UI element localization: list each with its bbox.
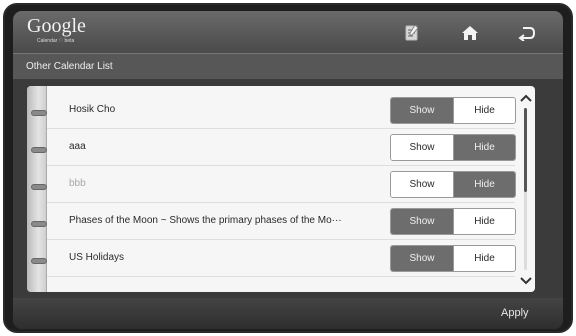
page-title: Other Calendar List <box>26 61 113 72</box>
calendar-row: Phases of the Moon ~ Shows the primary p… <box>47 203 516 240</box>
top-bar: Google Calendar ♡ beta <box>13 11 563 53</box>
show-button[interactable]: Show <box>391 98 453 123</box>
scrollbar[interactable] <box>516 86 535 292</box>
show-hide-toggle: Show Hide <box>390 208 516 235</box>
logo-text: Google <box>27 15 86 37</box>
binding-ring <box>31 110 47 116</box>
scroll-thumb[interactable] <box>524 108 527 192</box>
logo-subtext: Calendar ♡ beta <box>37 38 75 44</box>
home-icon[interactable] <box>459 22 481 44</box>
binding-ring <box>31 221 47 227</box>
show-button[interactable]: Show <box>391 172 453 197</box>
show-hide-toggle: Show Hide <box>390 134 516 161</box>
calendar-row: US Holidays Show Hide <box>47 240 516 277</box>
calendar-name: bbb <box>69 178 86 189</box>
hide-button[interactable]: Hide <box>452 209 515 234</box>
show-button[interactable]: Show <box>391 135 453 160</box>
hide-button[interactable]: Hide <box>452 172 515 197</box>
show-hide-toggle: Show Hide <box>390 171 516 198</box>
calendar-row: aaa Show Hide <box>47 129 516 166</box>
apply-button[interactable]: Apply <box>501 307 529 319</box>
calendar-name: aaa <box>69 141 86 152</box>
calendar-name: Hosik Cho <box>69 104 116 115</box>
hide-button[interactable]: Hide <box>452 246 515 271</box>
scroll-track[interactable] <box>524 108 527 270</box>
binding-ring <box>31 147 47 153</box>
google-calendar-logo: Google Calendar ♡ beta <box>27 15 86 44</box>
calendar-name: US Holidays <box>69 252 125 263</box>
notebook-binding <box>27 86 47 292</box>
sub-header: Other Calendar List <box>13 53 563 79</box>
binding-ring <box>31 258 47 264</box>
show-hide-toggle: Show Hide <box>390 245 516 272</box>
chevron-down-icon[interactable] <box>518 274 534 288</box>
calendar-row: bbb Show Hide <box>47 166 516 203</box>
hide-button[interactable]: Hide <box>452 135 515 160</box>
back-icon[interactable] <box>516 22 538 44</box>
show-button[interactable]: Show <box>391 209 453 234</box>
chevron-up-icon[interactable] <box>518 91 534 105</box>
show-button[interactable]: Show <box>391 246 453 271</box>
calendar-list-panel: Hosik Cho Show Hide aaa Show Hide bbb Sh… <box>27 86 535 292</box>
binding-ring <box>31 184 47 190</box>
show-hide-toggle: Show Hide <box>390 97 516 124</box>
calendar-row: Hosik Cho Show Hide <box>47 92 516 129</box>
calendar-name: Phases of the Moon ~ Shows the primary p… <box>69 215 342 226</box>
hide-button[interactable]: Hide <box>452 98 515 123</box>
notes-icon[interactable] <box>401 22 423 44</box>
app-screen: Google Calendar ♡ beta Other Calendar Li… <box>13 11 563 329</box>
bottom-bar: Apply <box>13 298 563 329</box>
device-frame: Google Calendar ♡ beta Other Calendar Li… <box>3 3 573 333</box>
